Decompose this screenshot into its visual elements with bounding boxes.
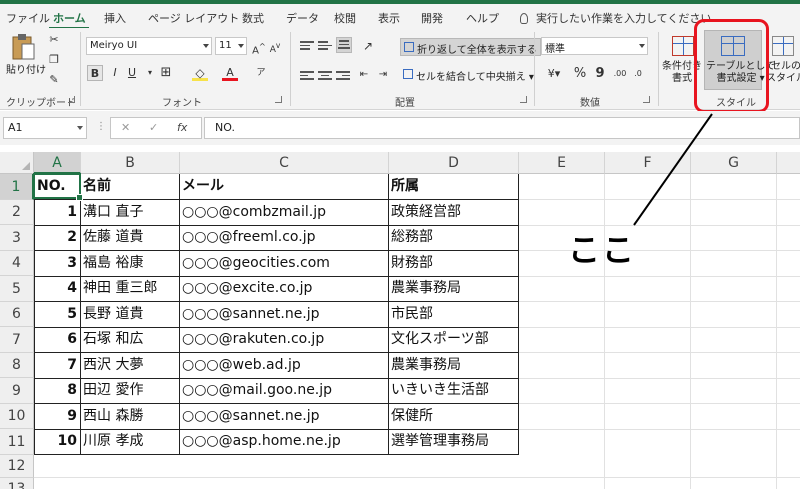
annotation-text: ここ — [568, 231, 637, 269]
annotation-pointer-line — [633, 113, 713, 226]
